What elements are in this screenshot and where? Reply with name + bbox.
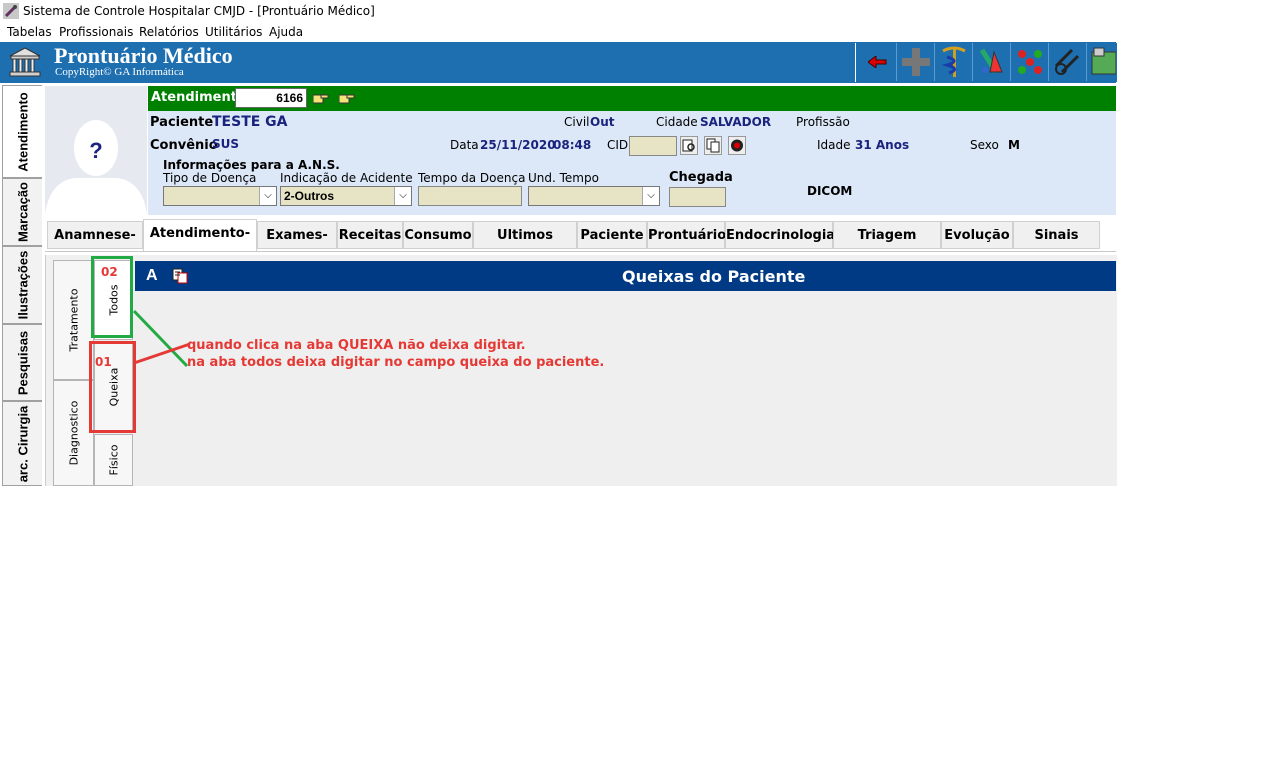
tempo-doenca-field[interactable] (418, 186, 522, 206)
sus-card-icon[interactable] (1088, 43, 1116, 81)
tab-prontuario[interactable]: Prontuário (647, 221, 726, 249)
menu-bar: Tabelas Profissionais Relatórios Utilitá… (0, 23, 1280, 42)
hand-pointer-icon[interactable] (312, 91, 329, 105)
tab-triagem-emerg[interactable]: Triagem Emerg (833, 221, 941, 271)
tab-evolucao[interactable]: Evolução (941, 221, 1013, 249)
cid-field[interactable] (629, 136, 677, 156)
main-tabs: Anamnese-F5 Atendimento-F8 Exames-F8 Rec… (45, 219, 1116, 271)
convenio-label: Convênio (150, 138, 218, 153)
idade-value: 31 Anos (855, 138, 910, 152)
paciente-label: Paciente (150, 115, 214, 130)
atendimento-bar: Atendimento 6166 (148, 86, 1116, 111)
queixas-text-area[interactable] (135, 291, 1116, 486)
idade-label: Idade (817, 138, 851, 152)
hand-pointer-icon[interactable] (338, 91, 355, 105)
menu-relatorios[interactable]: Relatórios (139, 25, 199, 39)
paciente-value: TESTE GA (212, 114, 288, 130)
convenio-value: SUS (212, 137, 240, 151)
lab-flask-icon[interactable] (974, 43, 1011, 81)
inner-tab-tratamento[interactable]: Tratamento (53, 260, 94, 380)
window-title: Sistema de Controle Hospitalar CMJD - [P… (23, 4, 375, 18)
font-button[interactable]: A (146, 267, 158, 285)
tab-receitas[interactable]: Receitas (337, 221, 403, 249)
data-label: Data (450, 138, 479, 152)
cross-icon[interactable] (898, 43, 935, 81)
und-tempo-label: Und. Tempo (528, 171, 599, 185)
patient-photo: ? (45, 86, 147, 214)
caduceus-icon[interactable] (936, 43, 973, 81)
tab-paciente[interactable]: Paciente (577, 221, 647, 249)
cidade-value: SALVADOR (700, 115, 772, 129)
molecule-icon[interactable] (1012, 43, 1049, 81)
side-tab-marcacao[interactable]: Marcação (2, 178, 42, 246)
annotation-line-1: quando clica na aba QUEIXA não deixa dig… (187, 338, 526, 353)
menu-profissionais[interactable]: Profissionais (59, 25, 133, 39)
annotation-badge-02: 02 (101, 265, 118, 279)
annotation-line-2: na aba todos deixa digitar no campo quei… (187, 355, 605, 370)
cid-search-icon[interactable] (680, 136, 698, 155)
sexo-value: M (1008, 138, 1020, 152)
menu-ajuda[interactable]: Ajuda (269, 25, 303, 39)
data-value: 25/11/2020 (480, 138, 556, 152)
window-title-bar: Sistema de Controle Hospitalar CMJD - [P… (0, 0, 1280, 23)
toolbar (855, 43, 1117, 82)
tab-ultimos-atend[interactable]: Ultimos Atend. (473, 221, 577, 271)
sexo-label: Sexo (970, 138, 999, 152)
annotation-badge-01: 01 (95, 355, 112, 369)
side-tab-ilustracoes[interactable]: Ilustrações (2, 246, 42, 324)
atendimento-number-field[interactable]: 6166 (235, 88, 307, 108)
dicom-label[interactable]: DICOM (807, 184, 852, 198)
indicacao-acidente-label: Indicação de Acidente (280, 171, 413, 185)
chegada-field[interactable] (669, 187, 726, 207)
menu-utilitarios[interactable]: Utilitários (205, 25, 262, 39)
side-tab-pesquisas[interactable]: Pesquisas (2, 324, 42, 401)
atendimento-label: Atendimento (151, 90, 246, 105)
building-icon (9, 47, 41, 77)
tab-consumo[interactable]: Consumo (403, 221, 473, 249)
person-placeholder-icon: ? (45, 86, 147, 214)
tipo-doenca-label: Tipo de Doença (163, 171, 257, 185)
copy-paste-icon[interactable] (172, 268, 188, 284)
svg-text:?: ? (89, 138, 102, 163)
civil-value: Out (590, 115, 615, 129)
tempo-doenca-label: Tempo da Doença (418, 171, 526, 185)
chegada-label: Chegada (669, 170, 733, 185)
record-icon[interactable] (728, 136, 746, 155)
tab-endocrinologia[interactable]: Endocrinologia (725, 221, 835, 249)
back-arrow-icon[interactable] (860, 43, 897, 81)
menu-tabelas[interactable]: Tabelas (7, 25, 52, 39)
tipo-doenca-select[interactable]: ⌵ (163, 186, 277, 206)
stethoscope-icon[interactable] (1050, 43, 1087, 81)
inner-tab-diagnostico[interactable]: Diagnostico (53, 380, 94, 486)
tab-exames[interactable]: Exames-F8 (257, 221, 337, 271)
civil-label: Civil (564, 115, 590, 129)
profissao-label: Profissão (796, 115, 850, 129)
tab-anamnese[interactable]: Anamnese-F5 (47, 221, 143, 271)
copyright-text: CopyRight© GA Informática (55, 66, 184, 78)
ans-title: Informações para a A.N.S. (163, 158, 340, 172)
app-icon (3, 3, 19, 19)
cidade-label: Cidade (656, 115, 698, 129)
cid-label: CID (607, 138, 629, 152)
patient-info-panel: Paciente TESTE GA Civil Out Cidade SALVA… (148, 111, 1116, 215)
indicacao-acidente-select[interactable]: 2-Outros ⌵ (280, 186, 412, 206)
inner-tab-fisico[interactable]: Físico (94, 434, 133, 486)
side-tab-cirurgia[interactable]: arc. Cirurgia (2, 401, 42, 486)
und-tempo-select[interactable]: ⌵ (528, 186, 660, 206)
side-tab-atendimento[interactable]: Atendimento (2, 85, 42, 178)
copy-docs-icon[interactable] (704, 136, 722, 155)
hora-value: 08:48 (553, 138, 592, 152)
tab-atendimento[interactable]: Atendimento-F8 (143, 219, 257, 269)
tab-sinais-vitais[interactable]: Sinais vitais (1013, 221, 1100, 271)
queixas-title: Queixas do Paciente (622, 267, 806, 286)
